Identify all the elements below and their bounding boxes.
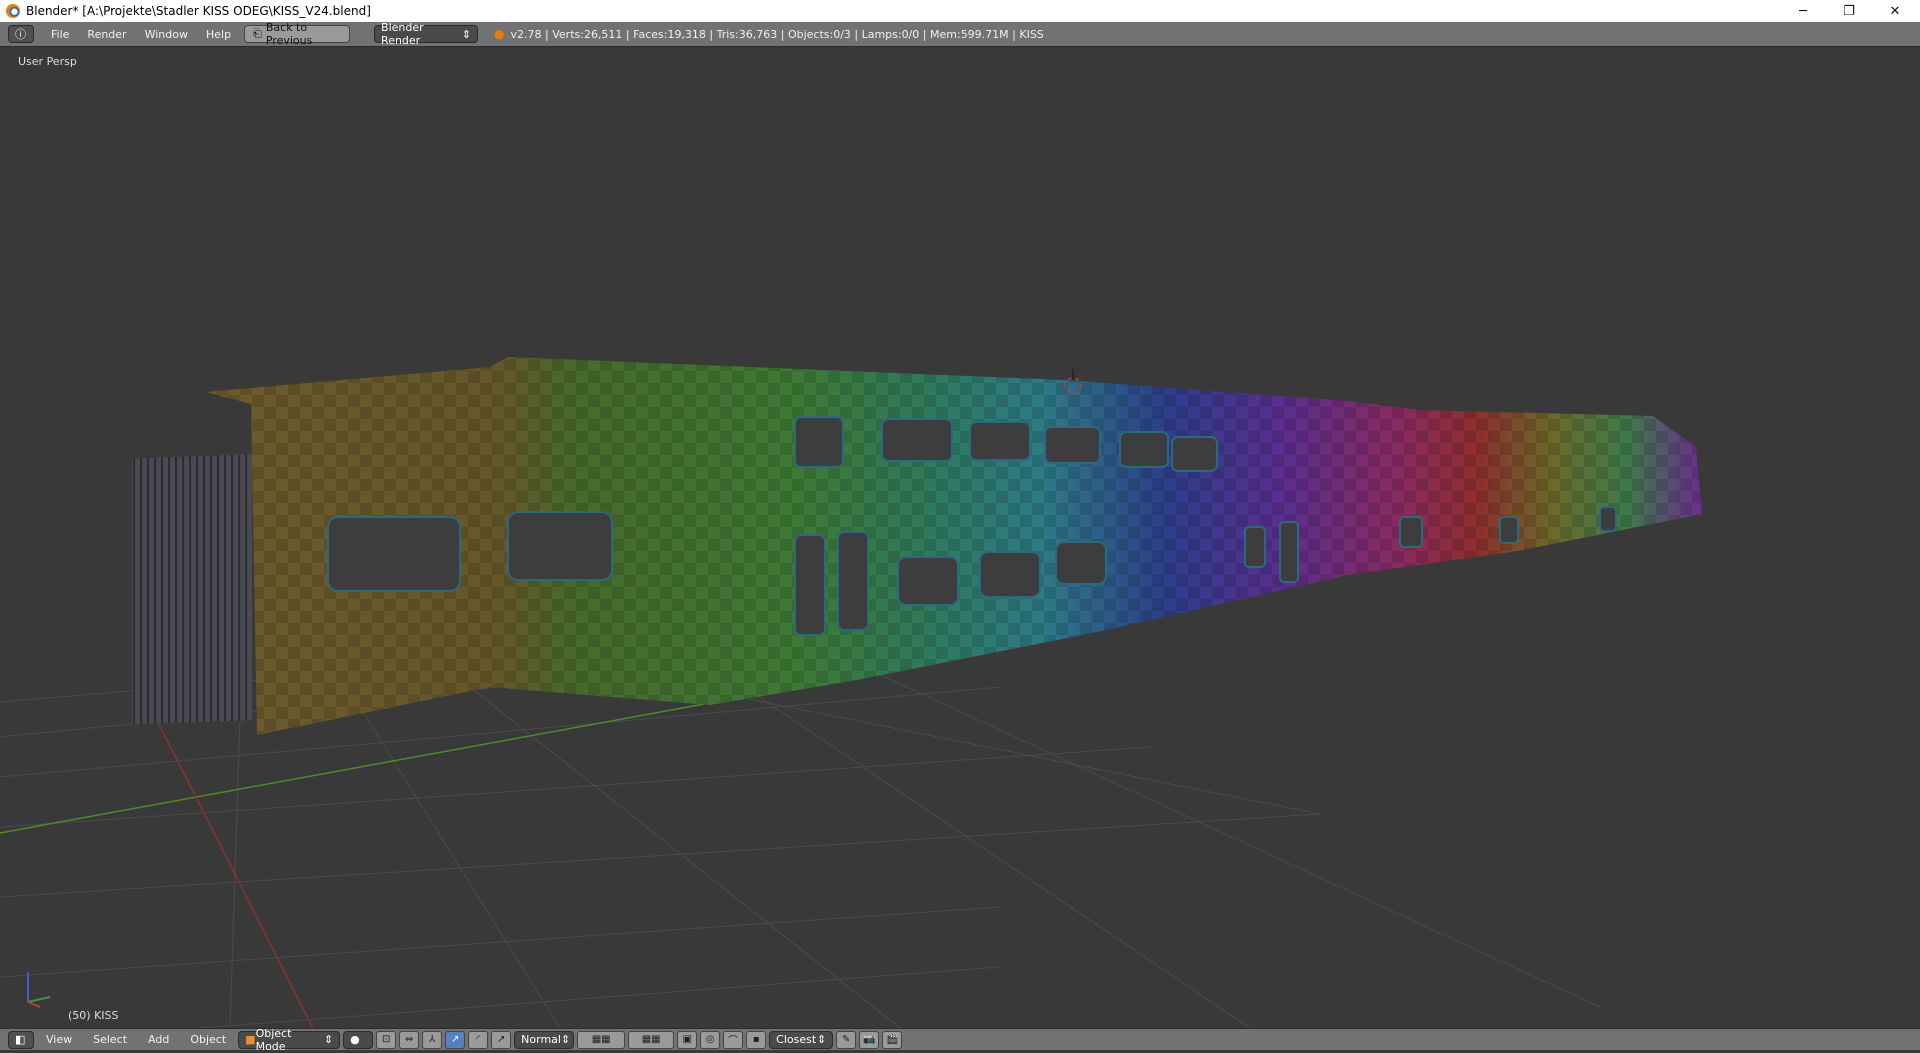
editor-type-3dview-icon[interactable]: ◧	[8, 1030, 34, 1049]
proportional-edit-icon[interactable]: ◎	[700, 1030, 721, 1049]
object-label: (50) KISS	[68, 1009, 119, 1022]
updown-icon: ⇕	[560, 1033, 571, 1046]
window-title: Blender* [A:\Projekte\Stadler KISS ODEG\…	[26, 4, 371, 18]
y-axis-line	[0, 703, 705, 834]
render-engine-select[interactable]: Blender Render ⇕	[374, 21, 479, 47]
menu-file[interactable]: File	[42, 28, 78, 41]
cube-icon: ■	[245, 1033, 256, 1046]
render-engine-value: Blender Render	[381, 21, 424, 47]
scene-canvas	[0, 357, 1702, 1028]
render-layer-icon[interactable]: ▣	[677, 1030, 698, 1049]
restore-button[interactable]: ❐	[1826, 0, 1872, 22]
3d-view-header: ◧ View Select Add Object ■ Object Mode ⇕ ●…	[0, 1027, 1920, 1053]
snap-magnet-icon[interactable]: ⌒	[723, 1030, 744, 1049]
layers-2-icon[interactable]: ▦▦	[628, 1030, 675, 1049]
opengl-animation-icon[interactable]: 🎬	[882, 1030, 903, 1049]
menu-render[interactable]: Render	[78, 28, 135, 41]
menu-window[interactable]: Window	[136, 28, 197, 41]
snap-align-icon[interactable]: ✎	[836, 1030, 857, 1049]
back-to-previous-label: Back to Previous	[265, 21, 313, 47]
3d-viewport[interactable]: User Persp (50) KISS	[0, 47, 1920, 1028]
rotate-icon[interactable]: ◜	[468, 1030, 489, 1049]
mode-select[interactable]: ■ Object Mode ⇕	[238, 1027, 341, 1053]
back-to-previous-button[interactable]: ⎗ Back to Previous	[244, 21, 351, 47]
updown-icon: ⇕	[816, 1033, 827, 1046]
train-model	[132, 357, 1702, 735]
menu-add[interactable]: Add	[139, 1033, 178, 1046]
translate-manipulator-icon[interactable]: ⅄	[422, 1030, 443, 1049]
close-button[interactable]: ✕	[1872, 0, 1918, 22]
updown-icon: ⇕	[323, 1033, 334, 1046]
back-icon: ⎗	[253, 27, 262, 40]
layers-1-icon[interactable]: ▦▦	[577, 1030, 626, 1049]
menu-help[interactable]: Help	[197, 28, 240, 41]
blender-logo-icon: ●	[494, 27, 505, 41]
menu-select[interactable]: Select	[84, 1033, 136, 1046]
manipulator-toggle-icon[interactable]: ⇔	[399, 1030, 420, 1049]
translate-icon[interactable]: ↗	[445, 1030, 466, 1049]
transform-orientation-select[interactable]: Normal ⇕	[514, 1030, 575, 1049]
minimize-button[interactable]: ─	[1780, 0, 1826, 22]
pivot-point-icon[interactable]: ⊡	[376, 1030, 397, 1049]
mode-value: Object Mode	[255, 1026, 292, 1053]
blender-logo-icon	[6, 4, 20, 18]
snap-target-value: Closest	[776, 1033, 817, 1046]
scale-icon[interactable]: ↗	[491, 1030, 512, 1049]
scene-stats: v2.78 | Verts:26,511 | Faces:19,318 | Tr…	[510, 27, 1044, 41]
view-label: User Persp	[18, 55, 77, 68]
viewport-shading-select[interactable]: ●	[343, 1030, 374, 1049]
updown-icon: ⇕	[461, 27, 472, 41]
editor-type-info-icon[interactable]: ⓘ	[8, 25, 34, 43]
menu-view[interactable]: View	[37, 1033, 81, 1046]
snap-element-icon[interactable]: ▪	[746, 1030, 767, 1049]
title-bar: Blender* [A:\Projekte\Stadler KISS ODEG\…	[0, 0, 1920, 22]
solid-sphere-icon: ●	[350, 1033, 360, 1046]
snap-target-select[interactable]: Closest ⇕	[769, 1030, 834, 1049]
axis-gizmo-icon	[27, 972, 51, 1008]
info-header: ⓘ File Render Window Help ⎗ Back to Previ…	[0, 21, 1920, 47]
opengl-render-icon[interactable]: 📷	[859, 1030, 880, 1049]
orientation-value: Normal	[521, 1033, 561, 1046]
menu-object[interactable]: Object	[181, 1033, 235, 1046]
